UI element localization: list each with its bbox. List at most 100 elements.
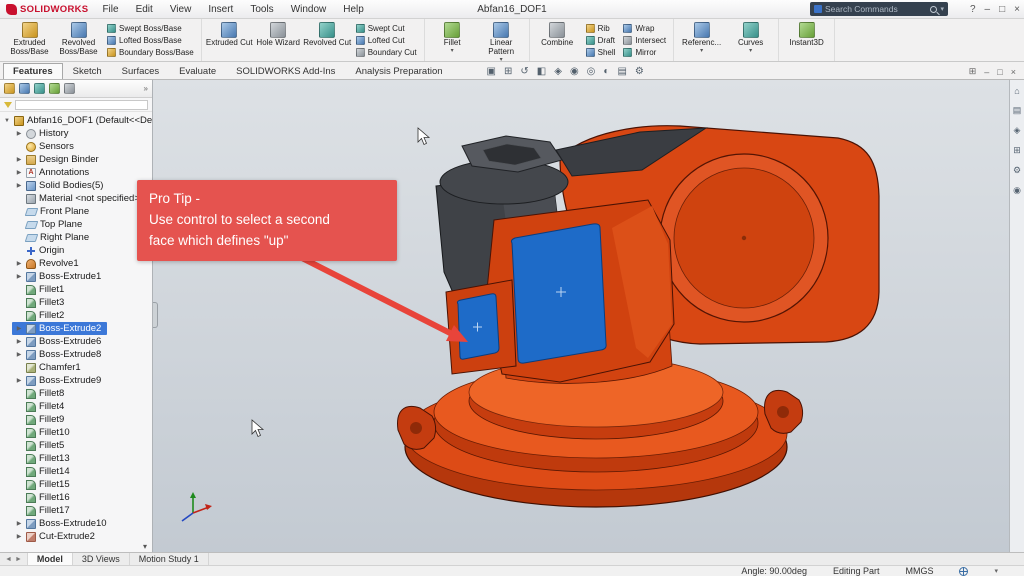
- view-orientation-icon[interactable]: ◈: [554, 66, 562, 77]
- status-units[interactable]: MMGS: [905, 566, 933, 576]
- menu-help[interactable]: Help: [341, 3, 366, 16]
- tab-model[interactable]: Model: [28, 553, 73, 565]
- minimize-button[interactable]: –: [985, 4, 991, 15]
- extruded-cut-button[interactable]: Extruded Cut: [205, 20, 254, 60]
- expand-icon[interactable]: [15, 520, 23, 527]
- tree-item-boss-extrude9[interactable]: Boss-Extrude9: [12, 374, 107, 387]
- tree-item-fillet13[interactable]: Fillet13: [12, 452, 76, 465]
- tree-item-fillet1[interactable]: Fillet1: [12, 283, 70, 296]
- tab-analysis-preparation[interactable]: Analysis Preparation: [345, 63, 452, 79]
- tree-item-boss-extrude8[interactable]: Boss-Extrude8: [12, 348, 107, 361]
- wrap-button[interactable]: Wrap: [621, 22, 668, 34]
- extruded-boss-base-button[interactable]: Extruded Boss/Base: [5, 20, 54, 60]
- search-bar[interactable]: [810, 2, 948, 16]
- tree-item-history[interactable]: History: [12, 127, 75, 140]
- hole-wizard-button[interactable]: Hole Wizard: [254, 20, 303, 60]
- tab-motion-study-1[interactable]: Motion Study 1: [130, 553, 209, 565]
- panel-tabs-chevron-icon[interactable]: [144, 84, 148, 93]
- tree-filter-input[interactable]: [15, 100, 148, 110]
- expand-icon[interactable]: [15, 182, 23, 189]
- boundary-boss-base-button[interactable]: Boundary Boss/Base: [105, 46, 196, 58]
- hide-show-items-icon[interactable]: ◎: [587, 66, 596, 77]
- selected-face-large[interactable]: [511, 224, 606, 363]
- tree-item-fillet2[interactable]: Fillet2: [12, 309, 70, 322]
- lofted-boss-base-button[interactable]: Lofted Boss/Base: [105, 34, 196, 46]
- section-view-icon[interactable]: ◧: [537, 66, 546, 77]
- status-chevron-icon[interactable]: [994, 567, 998, 575]
- tree-item-front-plane[interactable]: Front Plane: [12, 205, 95, 218]
- search-chevron-icon[interactable]: [940, 5, 944, 13]
- search-scope-icon[interactable]: [814, 5, 822, 13]
- expand-icon[interactable]: [3, 118, 11, 124]
- expand-icon[interactable]: [15, 377, 23, 384]
- tree-item-annotations[interactable]: Annotations: [12, 166, 95, 179]
- swept-cut-button[interactable]: Swept Cut: [354, 22, 419, 34]
- tree-item-right-plane[interactable]: Right Plane: [12, 231, 95, 244]
- tree-item-top-plane[interactable]: Top Plane: [12, 218, 88, 231]
- curves-button[interactable]: Curves: [726, 20, 775, 60]
- tab-surfaces[interactable]: Surfaces: [112, 63, 170, 79]
- intersect-button[interactable]: Intersect: [621, 34, 668, 46]
- draft-button[interactable]: Draft: [584, 34, 618, 46]
- doc-close-icon[interactable]: ×: [1011, 67, 1016, 77]
- revolved-boss-base-button[interactable]: Revolved Boss/Base: [54, 20, 103, 60]
- maximize-button[interactable]: □: [999, 4, 1005, 15]
- tab-addins[interactable]: SOLIDWORKS Add-Ins: [226, 63, 345, 79]
- tree-item-solid-bodies[interactable]: Solid Bodies(5): [12, 179, 109, 192]
- view-settings-icon[interactable]: ⚙: [635, 66, 644, 77]
- tree-item-fillet15[interactable]: Fillet15: [12, 478, 76, 491]
- tab-scroll-left-icon[interactable]: ◄: [5, 556, 12, 563]
- tree-item-fillet5[interactable]: Fillet5: [12, 439, 70, 452]
- expand-icon[interactable]: [15, 130, 23, 137]
- doc-cascade-icon[interactable]: ⊞: [969, 66, 977, 77]
- propertymanager-tab-icon[interactable]: [19, 83, 30, 94]
- file-explorer-icon[interactable]: ◈: [1014, 125, 1021, 136]
- menu-window[interactable]: Window: [289, 3, 329, 16]
- appearances-icon[interactable]: ⚙: [1013, 165, 1021, 176]
- configurationmanager-tab-icon[interactable]: [34, 83, 45, 94]
- zoom-area-icon[interactable]: ⊞: [504, 66, 512, 77]
- revolved-cut-button[interactable]: Revolved Cut: [303, 20, 352, 60]
- reference-geometry-button[interactable]: Referenc...: [677, 20, 726, 60]
- tab-evaluate[interactable]: Evaluate: [169, 63, 226, 79]
- model-hex-boss[interactable]: [440, 136, 568, 204]
- expand-icon[interactable]: [15, 351, 23, 358]
- shell-button[interactable]: Shell: [584, 46, 618, 58]
- search-icon[interactable]: [930, 6, 937, 13]
- custom-properties-icon[interactable]: ◉: [1013, 185, 1021, 196]
- tree-item-fillet16[interactable]: Fillet16: [12, 491, 76, 504]
- menu-tools[interactable]: Tools: [248, 3, 275, 16]
- mirror-button[interactable]: Mirror: [621, 46, 668, 58]
- tree-item-fillet4[interactable]: Fillet4: [12, 400, 70, 413]
- display-style-icon[interactable]: ◉: [570, 66, 579, 77]
- tab-scroll-right-icon[interactable]: ►: [15, 556, 22, 563]
- tab-3d-views[interactable]: 3D Views: [73, 553, 130, 565]
- doc-minimize-icon[interactable]: –: [984, 67, 989, 77]
- expand-icon[interactable]: [15, 156, 23, 163]
- linear-pattern-button[interactable]: Linear Pattern: [477, 20, 526, 60]
- tree-scroll-down-icon[interactable]: [143, 542, 147, 551]
- tree-item-boss-extrude10[interactable]: Boss-Extrude10: [12, 517, 113, 530]
- dimxpert-tab-icon[interactable]: [49, 83, 60, 94]
- featuremanager-tab-icon[interactable]: [4, 83, 15, 94]
- tree-item-fillet9[interactable]: Fillet9: [12, 413, 70, 426]
- menu-view[interactable]: View: [168, 3, 194, 16]
- panel-splitter-handle[interactable]: [153, 302, 158, 328]
- apply-scene-icon[interactable]: ▤: [617, 66, 626, 77]
- tree-item-material[interactable]: Material <not specified>: [12, 192, 146, 205]
- viewport-3d-model[interactable]: [153, 80, 1009, 552]
- help-button[interactable]: ?: [970, 4, 976, 15]
- tree-item-fillet17[interactable]: Fillet17: [12, 504, 76, 517]
- menu-file[interactable]: File: [100, 3, 120, 16]
- expand-icon[interactable]: [15, 325, 23, 332]
- globe-icon[interactable]: [959, 567, 968, 576]
- tree-item-cut-extrude2[interactable]: Cut-Extrude2: [12, 530, 101, 543]
- fillet-button[interactable]: Fillet: [428, 20, 477, 60]
- tree-item-root[interactable]: Abfan16_DOF1 (Default<<Default>: [0, 114, 152, 127]
- expand-icon[interactable]: [15, 338, 23, 345]
- tree-item-chamfer1[interactable]: Chamfer1: [12, 361, 87, 374]
- search-input[interactable]: [825, 4, 927, 14]
- menu-insert[interactable]: Insert: [206, 3, 235, 16]
- tree-item-fillet10[interactable]: Fillet10: [12, 426, 76, 439]
- tree-item-fillet3[interactable]: Fillet3: [12, 296, 70, 309]
